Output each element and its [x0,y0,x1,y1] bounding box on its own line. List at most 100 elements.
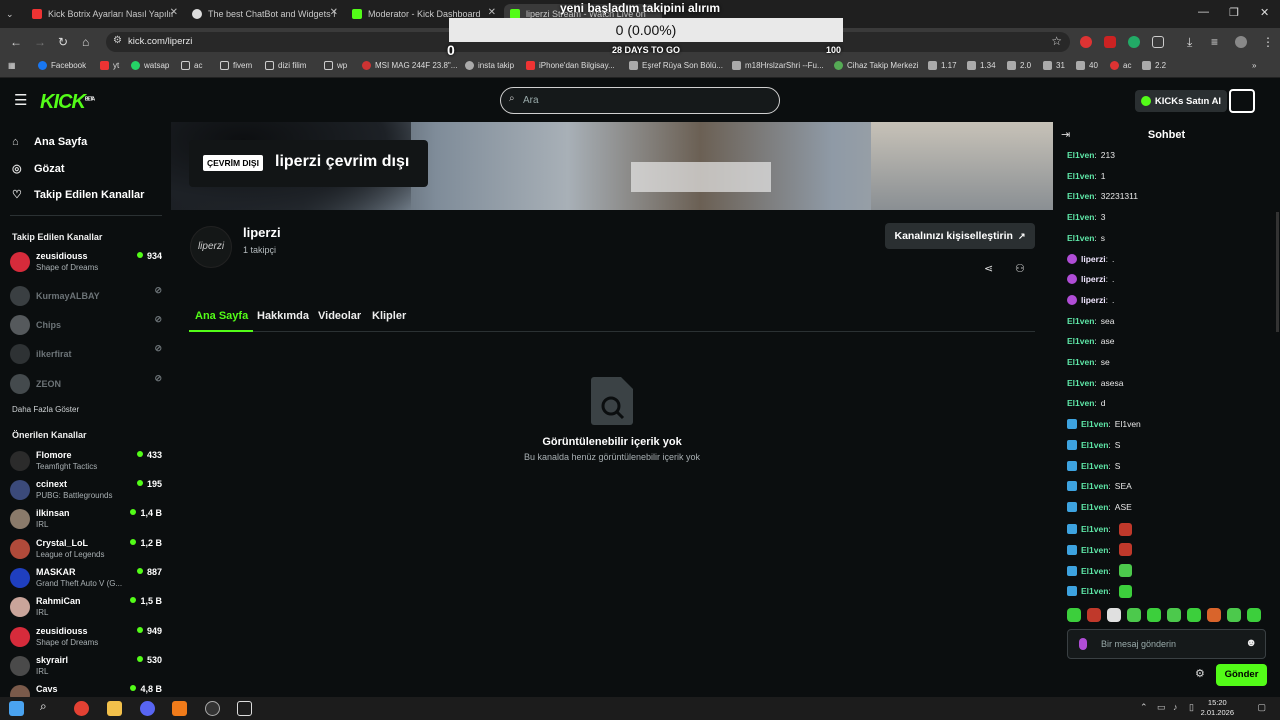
chat-username[interactable]: liperzi [1081,254,1106,264]
recommended-channel[interactable]: Crystal_LoL League of Legends 1,2 B [10,537,162,565]
app-icon[interactable] [172,701,187,716]
chat-username[interactable]: El1ven [1081,419,1108,429]
star-icon[interactable]: ☆ [1051,34,1062,48]
recommended-channel[interactable]: Flomore Teamfight Tactics 433 [10,449,162,477]
chat-username[interactable]: El1ven [1081,545,1108,555]
tab-home[interactable]: Ana Sayfa [195,310,248,322]
chat-scrollbar[interactable] [1276,212,1279,332]
bookmark[interactable]: 40 [1076,61,1098,70]
nav-following[interactable]: ♡ Takip Edilen Kanallar [12,189,144,201]
download-icon[interactable]: ⤓ [1187,35,1192,50]
emote-icon[interactable] [1227,608,1241,622]
followed-channel[interactable]: Chips ⊘ [10,313,162,341]
send-button[interactable]: Gönder [1216,664,1267,686]
bookmark[interactable]: Cihaz Takip Merkezi [834,61,918,70]
chrome-icon[interactable] [74,701,89,716]
show-more-link[interactable]: Daha Fazla Göster [12,405,79,414]
bookmark[interactable]: iPhone'dan Bilgisay... [526,61,615,70]
puzzle-icon[interactable] [1152,36,1164,48]
bookmark[interactable]: Facebook [38,61,86,70]
tab-about[interactable]: Hakkımda [257,310,309,322]
followed-channel[interactable]: KurmayALBAY ⊘ [10,284,162,312]
volume-icon[interactable]: ♪ [1173,702,1178,712]
bookmark[interactable]: 31 [1043,61,1065,70]
chat-username[interactable]: El1ven [1067,191,1094,201]
emote-icon[interactable] [1187,608,1201,622]
back-icon[interactable]: ← [10,35,22,49]
apps-icon[interactable]: ▦ [8,61,16,70]
followed-channel[interactable]: zeusidiouss Shape of Dreams 934 [10,250,162,278]
emote-icon[interactable] [1207,608,1221,622]
reload-icon[interactable]: ↻ [58,35,68,49]
chat-username[interactable]: El1ven [1067,357,1094,367]
emote-icon[interactable] [1167,608,1181,622]
chat-username[interactable]: El1ven [1067,212,1094,222]
recommended-channel[interactable]: skyrairl IRL 530 [10,654,162,682]
discord-icon[interactable] [140,701,155,716]
recommended-channel[interactable]: zeusidiouss Shape of Dreams 949 [10,625,162,653]
more-menu-icon[interactable]: ⋮ [1262,35,1274,49]
recommended-channel[interactable]: ilkinsan IRL 1,4 B [10,507,162,535]
bookmark[interactable]: 2.0 [1007,61,1031,70]
bookmark[interactable]: 1.34 [967,61,996,70]
shield-extension-icon[interactable] [1104,36,1116,48]
app-icon[interactable] [237,701,252,716]
followed-channel[interactable]: ilkerfirat ⊘ [10,342,162,370]
search-icon[interactable]: ⌕ [40,699,55,714]
bookmark[interactable]: m18HrslzarShri --Fu... [732,61,824,70]
emote-icon[interactable] [1147,608,1161,622]
chat-username[interactable]: El1ven [1067,378,1094,388]
extension-icon[interactable] [1128,36,1140,48]
bookmark[interactable]: 1.17 [928,61,957,70]
bookmark[interactable]: ac [181,61,202,70]
tab-search-icon[interactable]: ≡ [1211,35,1218,49]
bookmark[interactable]: wp [324,61,347,70]
chat-username[interactable]: El1ven [1067,336,1094,346]
chat-username[interactable]: El1ven [1067,233,1094,243]
hamburger-menu-icon[interactable]: ☰ [14,91,27,109]
bookmark[interactable]: MSI MAG 244F 23.8"... [362,61,457,70]
battery-icon[interactable]: ▯ [1189,702,1194,713]
chat-username[interactable]: El1ven [1067,150,1094,160]
network-icon[interactable]: ▭ [1157,702,1166,713]
emoji-icon[interactable]: ☻ [1245,637,1257,649]
nav-browse[interactable]: ◎ Gözat [12,163,65,175]
extension-icon[interactable] [1080,36,1092,48]
user-menu-button[interactable] [1229,89,1255,113]
bookmark[interactable]: dizi filim [265,61,306,70]
more-bookmarks-icon[interactable]: » [1252,61,1256,70]
chat-username[interactable]: El1ven [1067,398,1094,408]
bookmark[interactable]: Eşref Rüya Son Bölü... [629,61,723,70]
chat-username[interactable]: El1ven [1081,461,1108,471]
kick-logo[interactable]: KICKBETA [40,91,95,114]
emote-icon[interactable] [1067,608,1081,622]
windows-start-icon[interactable] [9,701,24,716]
emote-icon[interactable] [1107,608,1121,622]
share-icon[interactable]: ⋖ [984,262,993,275]
chat-username[interactable]: El1ven [1081,586,1108,596]
chat-username[interactable]: liperzi [1081,295,1106,305]
home-icon[interactable]: ⌂ [82,35,89,49]
chat-username[interactable]: El1ven [1081,524,1108,534]
recommended-channel[interactable]: MASKAR Grand Theft Auto V (G... 887 [10,566,162,594]
customize-channel-button[interactable]: Kanalınızı kişiselleştirin ↗ [885,223,1035,249]
bookmark[interactable]: ac [1110,61,1131,70]
chat-username[interactable]: El1ven [1081,566,1108,576]
bookmark[interactable]: 2.2 [1142,61,1166,70]
recommended-channel[interactable]: Cavs 4,8 B [10,683,162,698]
bookmark[interactable]: yt [100,61,119,70]
taskbar-clock[interactable]: 15:20 2.01.2026 [1201,698,1234,718]
chat-username[interactable]: El1ven [1067,316,1094,326]
recommended-channel[interactable]: RahmiCan IRL 1,5 B [10,595,162,623]
site-info-icon[interactable]: ⚙ [113,35,122,46]
chat-username[interactable]: El1ven [1081,440,1108,450]
app-icon[interactable] [205,701,220,716]
file-explorer-icon[interactable] [107,701,122,716]
bookmark[interactable]: watsap [131,61,169,70]
search-input[interactable]: ⌕ Ara [500,87,780,114]
emote-icon[interactable] [1087,608,1101,622]
chat-username[interactable]: El1ven [1081,502,1108,512]
bookmark[interactable]: fivem [220,61,252,70]
emote-icon[interactable] [1127,608,1141,622]
emote-icon[interactable] [1247,608,1261,622]
